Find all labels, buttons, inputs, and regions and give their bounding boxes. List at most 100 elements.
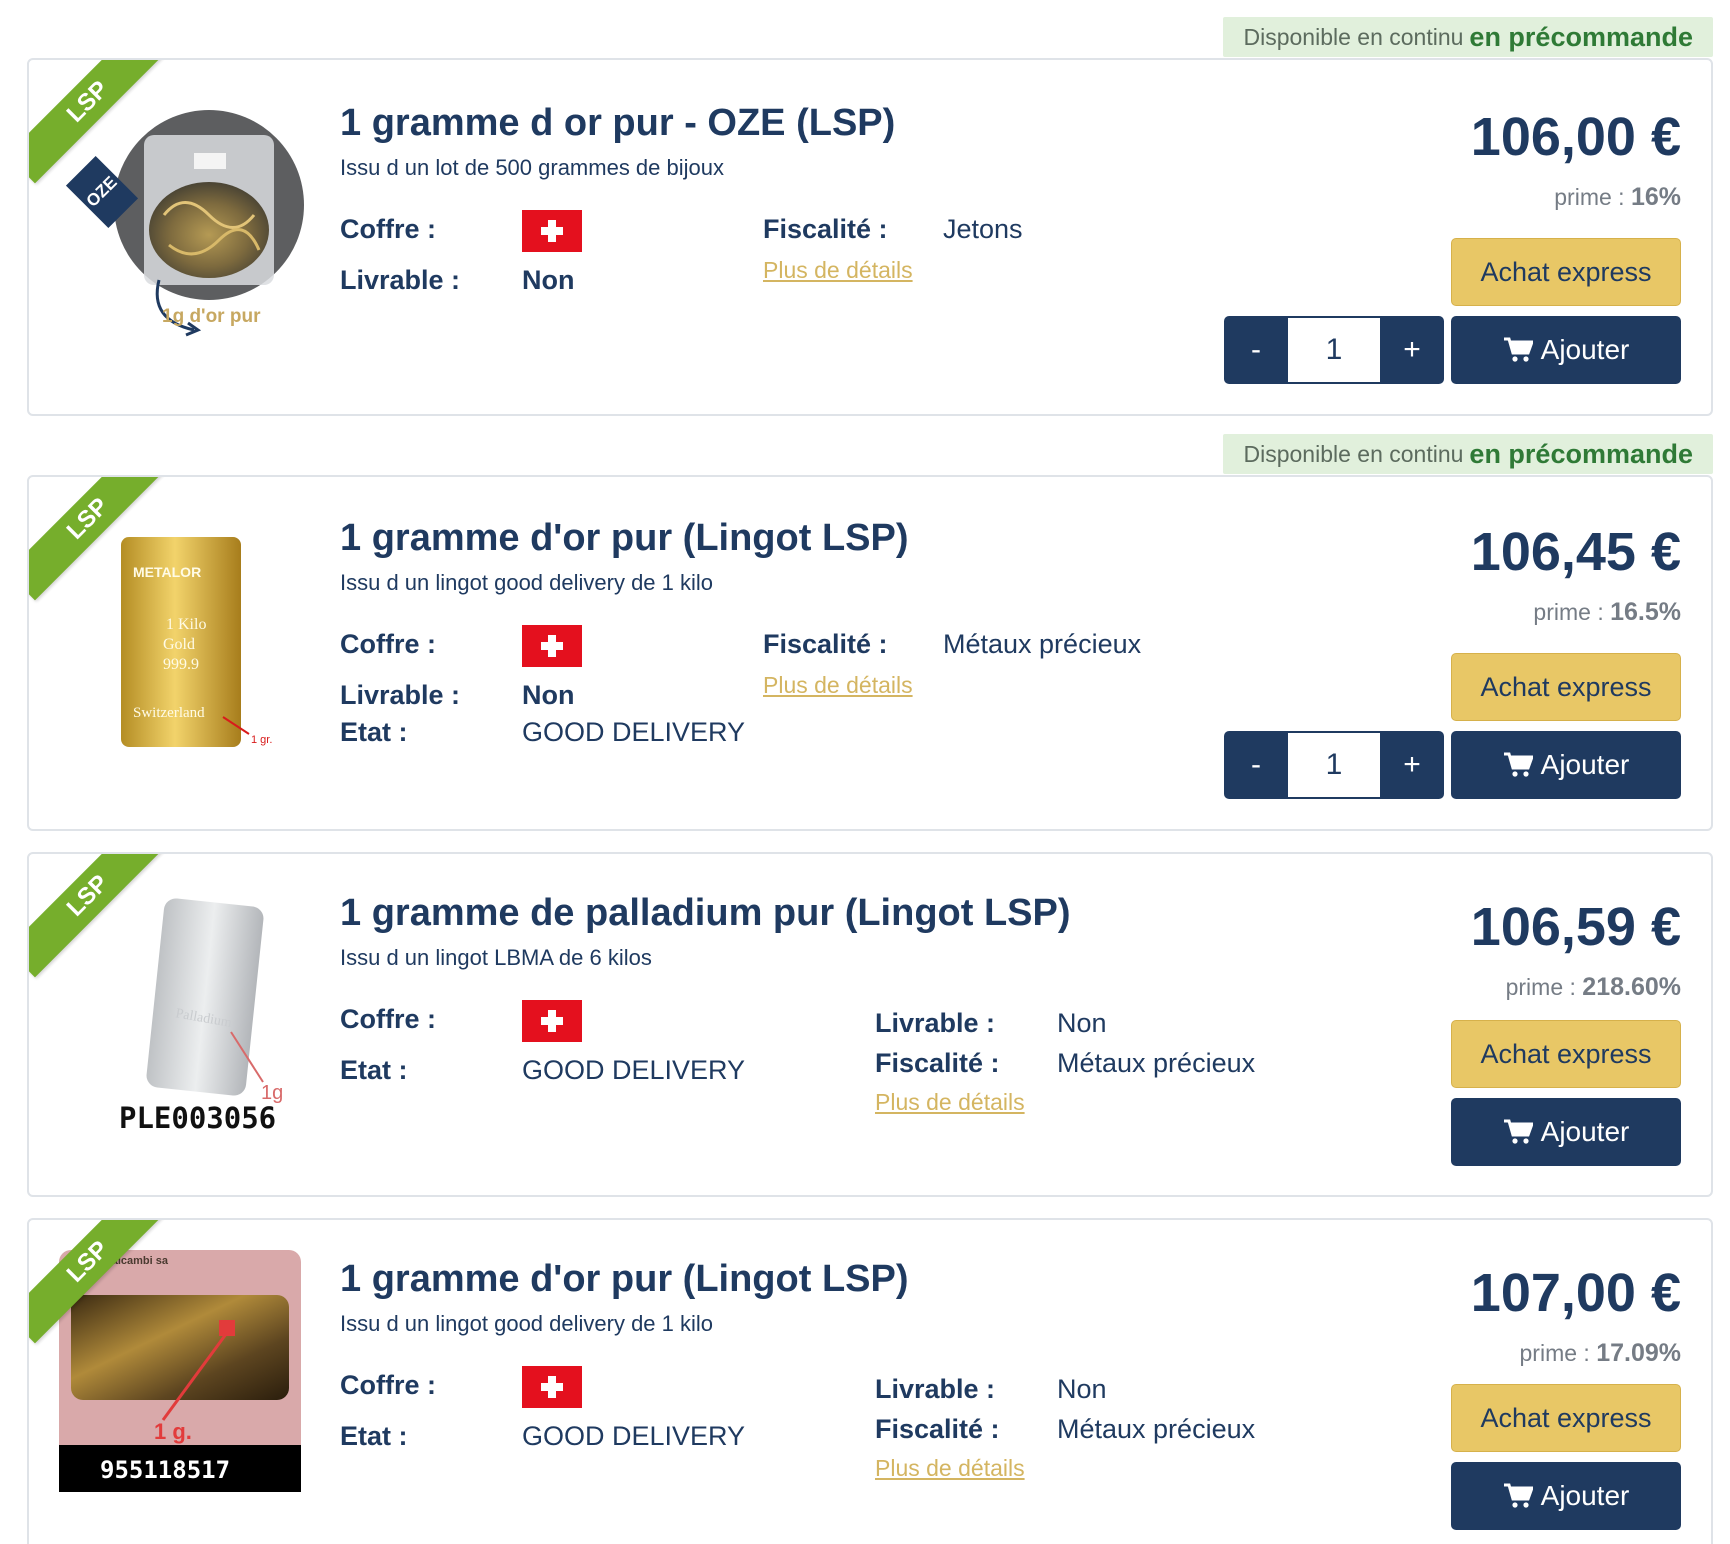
add-to-cart-label: Ajouter	[1540, 1116, 1630, 1147]
cart-icon	[1503, 1483, 1533, 1508]
etat-value: GOOD DELIVERY	[522, 1421, 746, 1451]
oze-ribbon-label: OZE	[82, 172, 121, 211]
quantity-input[interactable]: 1	[1288, 316, 1380, 384]
prime-label: prime :	[1505, 974, 1576, 1000]
coffre-label: Coffre :	[340, 629, 436, 659]
availability-emphasis: en précommande	[1469, 438, 1693, 469]
add-to-cart-button[interactable]: Ajouter	[1451, 731, 1681, 799]
palladium-bar-icon: Palladium 1g PLE003056	[119, 898, 283, 1132]
product-card: LSP Valcambi sa 1 g. 955118517 1 gramme …	[27, 1218, 1713, 1544]
price: 106,45 €	[1470, 522, 1681, 582]
etat-label: Etat :	[340, 717, 408, 747]
availability-emphasis: en précommande	[1469, 21, 1693, 52]
fiscalite-label: Fiscalité :	[875, 1048, 1000, 1078]
product-title[interactable]: 1 gramme d or pur - OZE (LSP)	[340, 102, 895, 145]
prime: prime : 17.09%	[1520, 1339, 1681, 1368]
availability-badge: Disponible en continu en précommande	[1223, 17, 1713, 57]
add-to-cart-label: Ajouter	[1540, 334, 1630, 365]
bar-weight: 1 Kilo	[166, 616, 206, 633]
image-caption: 1g d'or pur	[162, 306, 261, 327]
product-subtitle: Issu d un lingot LBMA de 6 kilos	[340, 945, 652, 970]
fiscalite-label: Fiscalité :	[763, 214, 888, 244]
etat-value: GOOD DELIVERY	[522, 1055, 746, 1085]
bar-metal: Gold	[163, 636, 195, 653]
add-to-cart-button[interactable]: Ajouter	[1451, 1098, 1681, 1166]
livrable-label: Livrable :	[875, 1008, 996, 1038]
cart-icon	[1503, 337, 1533, 362]
express-buy-button[interactable]: Achat express	[1451, 653, 1681, 721]
product-image-gold-bar[interactable]: METALOR 1 Kilo Gold 999.9 Switzerland 1 …	[111, 537, 291, 747]
availability-prefix: Disponible en continu	[1243, 440, 1464, 467]
quantity-input[interactable]: 1	[1288, 731, 1380, 799]
product-title[interactable]: 1 gramme d'or pur (Lingot LSP)	[340, 517, 909, 560]
price: 106,00 €	[1470, 107, 1681, 167]
product-title[interactable]: 1 gramme d'or pur (Lingot LSP)	[340, 1258, 909, 1301]
cart-icon	[1503, 1119, 1533, 1144]
product-card: LSP OZE 1g d'or pur 1 gramme d or pur - …	[27, 58, 1713, 416]
prime-value: 218.60%	[1582, 973, 1681, 1001]
prime-label: prime :	[1554, 184, 1625, 210]
product-card: LSP Palladium 1g PLE003056 1 gramme de p…	[27, 852, 1713, 1197]
fiscalite-value: Métaux précieux	[1057, 1048, 1256, 1078]
decrement-button[interactable]: -	[1224, 731, 1288, 799]
increment-button[interactable]: +	[1380, 731, 1444, 799]
quantity-stepper: - 1 +	[1224, 316, 1444, 384]
details-link[interactable]: Plus de détails	[875, 1089, 1025, 1116]
gold-bar-icon: METALOR 1 Kilo Gold 999.9 Switzerland 1 …	[121, 537, 272, 747]
availability-prefix: Disponible en continu	[1243, 23, 1464, 50]
price: 106,59 €	[1470, 897, 1681, 957]
fiscalite-label: Fiscalité :	[763, 629, 888, 659]
valcambi-gold-bar-icon: Valcambi sa 1 g. 955118517	[59, 1250, 301, 1492]
coffre-label: Coffre :	[340, 1004, 436, 1034]
product-subtitle: Issu d un lingot good delivery de 1 kilo	[340, 1311, 714, 1336]
swiss-flag-icon	[522, 1366, 582, 1408]
swiss-flag-icon	[522, 625, 582, 667]
prime: prime : 218.60%	[1506, 973, 1681, 1002]
bar-caption: 1 gr.	[251, 734, 272, 746]
cart-icon	[1503, 752, 1533, 777]
coffre-label: Coffre :	[340, 214, 436, 244]
product-subtitle: Issu d un lingot good delivery de 1 kilo	[340, 570, 714, 595]
livrable-value: Non	[1057, 1374, 1107, 1404]
fiscalite-value: Jetons	[943, 214, 1023, 244]
fiscalite-label: Fiscalité :	[875, 1414, 1000, 1444]
decrement-button[interactable]: -	[1224, 316, 1288, 384]
fiscalite-value: Métaux précieux	[943, 629, 1142, 659]
bar-brand: METALOR	[133, 564, 201, 580]
express-buy-button[interactable]: Achat express	[1451, 238, 1681, 306]
bar-serial: PLE003056	[119, 1101, 276, 1132]
express-buy-button[interactable]: Achat express	[1451, 1020, 1681, 1088]
price: 107,00 €	[1470, 1263, 1681, 1323]
add-to-cart-button[interactable]: Ajouter	[1451, 1462, 1681, 1530]
add-to-cart-button[interactable]: Ajouter	[1451, 316, 1681, 384]
livrable-value: Non	[522, 265, 575, 295]
livrable-value: Non	[522, 680, 575, 710]
prime-label: prime :	[1519, 1340, 1590, 1366]
swiss-flag-icon	[522, 1000, 582, 1042]
express-buy-button[interactable]: Achat express	[1451, 1384, 1681, 1452]
prime-value: 16%	[1630, 183, 1681, 211]
prime-label: prime :	[1533, 599, 1604, 625]
livrable-label: Livrable :	[875, 1374, 996, 1404]
etat-label: Etat :	[340, 1055, 408, 1085]
details-link[interactable]: Plus de détails	[875, 1455, 1025, 1482]
prime: prime : 16%	[1554, 183, 1681, 212]
bar-purity: 999.9	[163, 656, 199, 673]
product-card: LSP METALOR 1 Kilo Gold 999.9 Switzerlan…	[27, 475, 1713, 831]
product-image-palladium-bar[interactable]: Palladium 1g PLE003056	[111, 892, 311, 1132]
add-to-cart-label: Ajouter	[1540, 749, 1630, 780]
prime-value: 16.5%	[1610, 598, 1681, 626]
fiscalite-value: Métaux précieux	[1057, 1414, 1256, 1444]
product-subtitle: Issu d un lot de 500 grammes de bijoux	[340, 155, 725, 180]
increment-button[interactable]: +	[1380, 316, 1444, 384]
product-title[interactable]: 1 gramme de palladium pur (Lingot LSP)	[340, 892, 1071, 935]
etat-label: Etat :	[340, 1421, 408, 1451]
availability-badge: Disponible en continu en précommande	[1223, 434, 1713, 474]
details-link[interactable]: Plus de détails	[763, 672, 913, 699]
bar-serial: 955118517	[100, 1456, 230, 1484]
etat-value: GOOD DELIVERY	[522, 717, 746, 747]
coffre-label: Coffre :	[340, 1370, 436, 1400]
bar-weight: 1 g.	[154, 1419, 192, 1444]
details-link[interactable]: Plus de détails	[763, 257, 913, 284]
product-image-valcambi-bar[interactable]: Valcambi sa 1 g. 955118517	[59, 1250, 301, 1492]
